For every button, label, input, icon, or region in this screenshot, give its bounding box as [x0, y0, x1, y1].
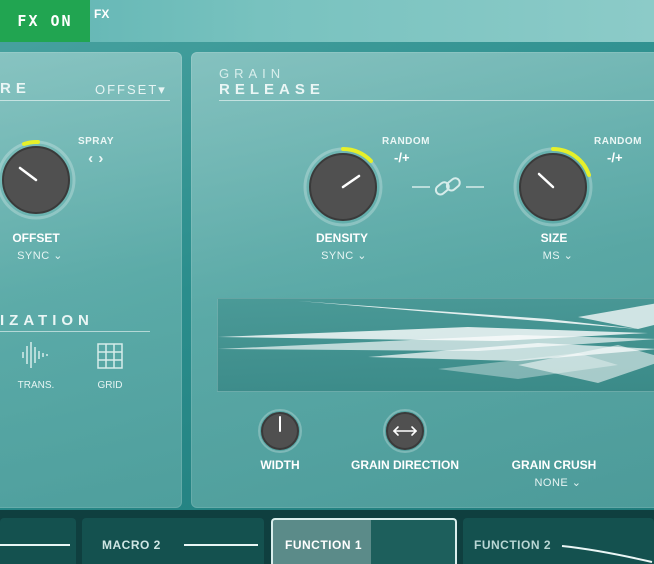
grain-crush-select[interactable]: NONE ⌄	[498, 476, 618, 489]
offset-knob[interactable]	[0, 138, 78, 222]
grid-label: GRID	[97, 380, 123, 391]
grain-direction-button[interactable]	[382, 408, 428, 454]
link-icon[interactable]	[410, 172, 486, 202]
size-ms-select[interactable]: MS ⌄	[498, 249, 618, 262]
quantization-title: IZATION	[0, 312, 94, 329]
function-2-curve	[561, 545, 653, 563]
grain-direction-label: GRAIN DIRECTION	[351, 458, 459, 472]
left-section-divider	[0, 100, 170, 101]
spray-label: SPRAY	[77, 136, 115, 147]
grain-crush-label: GRAIN CRUSH	[511, 458, 597, 472]
density-knob[interactable]	[301, 145, 385, 229]
offset-select[interactable]: OFFSET▾	[95, 82, 167, 98]
offset-sync-select[interactable]: SYNC ⌄	[0, 249, 100, 262]
fx-on-button[interactable]: FX ON	[0, 0, 90, 42]
grain-title: GRAIN	[219, 66, 286, 81]
grain-waveform-display	[217, 298, 654, 392]
tab-function-1-label: FUNCTION 1	[285, 538, 362, 552]
release-title: RELEASE	[219, 81, 325, 98]
left-panel	[0, 52, 182, 508]
fx-tab[interactable]: FX	[94, 7, 109, 21]
left-section-title: RE	[0, 80, 31, 97]
size-knob-label: SIZE	[540, 231, 568, 245]
macro-2-value-line	[184, 544, 258, 546]
tab-macro-1[interactable]	[0, 518, 76, 564]
density-knob-label: DENSITY	[315, 231, 368, 245]
trans-label: TRANS.	[17, 380, 55, 391]
trans-waveform-icon[interactable]	[20, 340, 52, 370]
size-random-label: RANDOM	[594, 136, 642, 147]
grain-waveform-graphic	[218, 301, 654, 383]
quantization-divider	[0, 331, 150, 332]
grain-release-divider	[219, 100, 654, 101]
grid-icon[interactable]	[96, 342, 124, 370]
tab-function-2-label: FUNCTION 2	[474, 538, 551, 552]
density-random-label: RANDOM	[382, 136, 430, 147]
size-knob[interactable]	[511, 145, 595, 229]
spray-arrows-icon[interactable]: ‹ ›	[76, 150, 116, 167]
density-sync-select[interactable]: SYNC ⌄	[284, 249, 404, 262]
size-random-value[interactable]: -/+	[607, 150, 623, 165]
offset-knob-value-arc	[22, 139, 40, 146]
density-random-value[interactable]: -/+	[394, 150, 410, 165]
offset-knob-label: OFFSET	[12, 231, 60, 245]
width-knob[interactable]	[257, 408, 303, 454]
width-label: WIDTH	[260, 458, 300, 472]
tab-macro-2-label: MACRO 2	[102, 538, 161, 552]
macro-1-value-line	[0, 544, 70, 546]
